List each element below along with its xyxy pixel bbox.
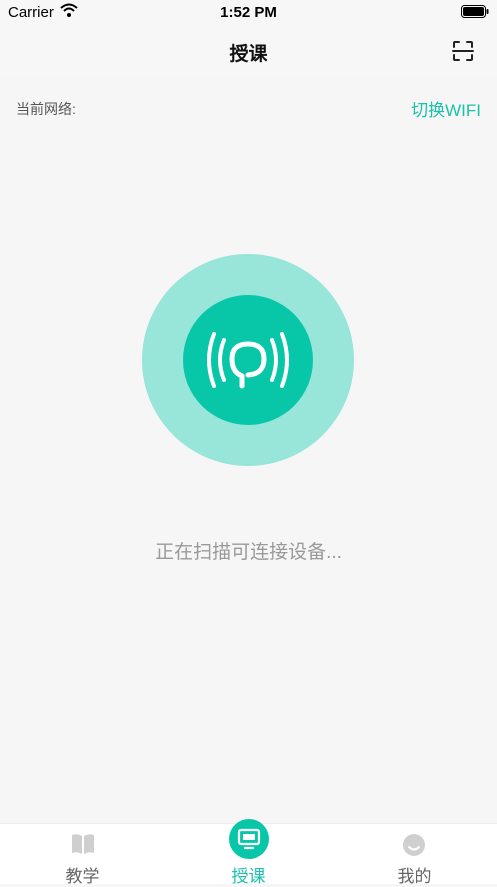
- scanning-status-text: 正在扫描可连接设备...: [155, 542, 342, 563]
- tab-teaching[interactable]: 教学: [0, 824, 165, 886]
- current-network-label: 当前网络:: [16, 101, 76, 117]
- switch-wifi-link[interactable]: 切换WIFI: [411, 96, 481, 121]
- status-bar: Carrier 1:52 PM: [0, 0, 497, 26]
- tab-mine-label: 我的: [397, 867, 432, 886]
- tab-lecture-label: 授课: [231, 867, 266, 886]
- clock: 1:52 PM: [220, 4, 277, 21]
- tab-lecture[interactable]: 授课: [166, 819, 331, 886]
- book-icon: [72, 834, 94, 854]
- scan-icon[interactable]: [451, 39, 475, 63]
- battery-icon: [461, 5, 489, 18]
- tab-mine[interactable]: 我的: [332, 824, 497, 886]
- profile-icon: [403, 834, 425, 856]
- tab-bar: 教学 授课 我的: [0, 819, 497, 886]
- signal-broadcast-icon: [207, 332, 289, 389]
- page-title: 授课: [229, 44, 268, 65]
- navigation-bar: 授课: [0, 26, 497, 78]
- tab-teaching-label: 教学: [65, 867, 100, 886]
- screen-cast-icon: [229, 819, 269, 859]
